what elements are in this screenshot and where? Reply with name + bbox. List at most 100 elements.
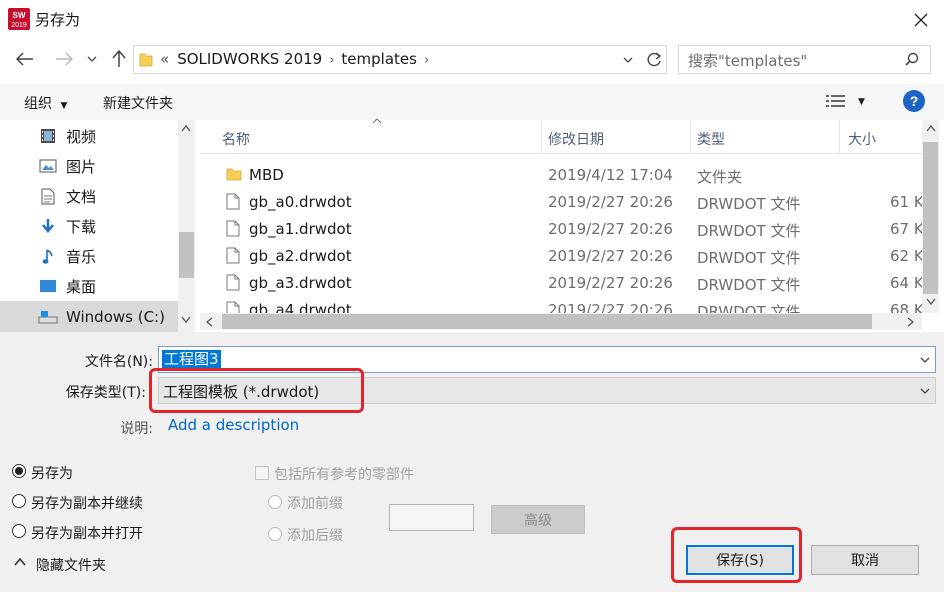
hide-folders-label[interactable]: 隐藏文件夹 xyxy=(36,555,106,575)
video-icon xyxy=(38,127,58,145)
savetype-label: 保存类型(T): xyxy=(65,385,146,401)
file-date: 2019/2/27 20:26 xyxy=(548,220,673,238)
breadcrumb-overflow[interactable]: « xyxy=(160,50,169,68)
file-type: 文件夹 xyxy=(697,168,743,186)
cancel-button[interactable]: 取消 xyxy=(811,545,919,575)
list-item[interactable]: MBD 2019/4/12 17:04 文件夹 xyxy=(222,162,922,189)
help-button[interactable]: ? xyxy=(903,90,925,112)
scroll-up-icon[interactable] xyxy=(926,125,936,132)
up-button[interactable] xyxy=(106,46,132,72)
file-type: DRWDOT 文件 xyxy=(697,303,801,313)
red-highlight-box xyxy=(671,527,802,583)
list-item[interactable]: gb_a4.drwdot 2019/2/27 20:26 DRWDOT 文件 6… xyxy=(222,297,922,313)
back-button[interactable] xyxy=(12,46,38,72)
nav-item-label: 图片 xyxy=(66,157,97,176)
list-item[interactable]: gb_a1.drwdot 2019/2/27 20:26 DRWDOT 文件 6… xyxy=(222,216,922,243)
drive-icon xyxy=(38,308,58,326)
forward-button[interactable] xyxy=(51,46,77,72)
breadcrumb-item-solidworks[interactable]: SOLIDWORKS 2019 xyxy=(177,50,322,68)
option-save-copy-open-label[interactable]: 另存为副本并打开 xyxy=(31,523,143,543)
column-header-type[interactable]: 类型 xyxy=(697,129,725,149)
new-folder-button[interactable]: 新建文件夹 xyxy=(103,93,173,113)
search-input[interactable]: 搜索"templates" xyxy=(688,50,807,71)
scroll-down-icon[interactable] xyxy=(181,316,191,323)
recent-locations-button[interactable] xyxy=(82,46,102,72)
nav-item-videos[interactable]: 视频 xyxy=(38,123,96,149)
nav-item-documents[interactable]: 文档 xyxy=(38,183,96,209)
column-header-size[interactable]: 大小 xyxy=(848,129,876,149)
savetype-dropdown-button[interactable] xyxy=(917,383,933,399)
column-divider[interactable] xyxy=(839,120,840,154)
caret-down-icon[interactable]: ▼ xyxy=(858,97,865,107)
window-title: 另存为 xyxy=(35,11,81,29)
chevron-right-icon[interactable]: › xyxy=(329,53,334,68)
radio-add-suffix[interactable] xyxy=(268,527,282,541)
advanced-button[interactable]: 高级 xyxy=(491,505,585,534)
breadcrumb-item-templates[interactable]: templates xyxy=(341,50,417,68)
nav-item-music[interactable]: 音乐 xyxy=(38,243,96,269)
radio-save-copy-open[interactable] xyxy=(12,524,26,538)
list-item[interactable]: gb_a3.drwdot 2019/2/27 20:26 DRWDOT 文件 6… xyxy=(222,270,922,297)
file-name: gb_a3.drwdot xyxy=(249,274,352,292)
filename-dropdown-button[interactable] xyxy=(917,352,933,368)
nav-item-label: 桌面 xyxy=(66,277,97,296)
add-prefix-label: 添加前缀 xyxy=(287,496,343,512)
option-save-as-label[interactable]: 另存为 xyxy=(31,463,73,483)
close-button[interactable] xyxy=(906,6,936,34)
chevron-down-icon xyxy=(623,57,633,63)
title-bar xyxy=(0,0,944,38)
filename-input[interactable]: 工程图3 xyxy=(162,350,221,369)
sort-ascending-icon xyxy=(372,118,382,124)
nav-scrollbar[interactable] xyxy=(178,120,195,332)
nav-item-pictures[interactable]: 图片 xyxy=(38,153,96,179)
search-icon[interactable] xyxy=(905,52,919,66)
add-description-link[interactable]: Add a description xyxy=(168,416,299,434)
nav-item-desktop[interactable]: 桌面 xyxy=(38,273,96,299)
file-size: 62 K xyxy=(890,247,922,265)
radio-save-as[interactable] xyxy=(12,464,26,478)
scroll-right-icon[interactable] xyxy=(907,317,914,327)
file-date: 2019/2/27 20:26 xyxy=(548,274,673,292)
chevron-right-icon[interactable]: › xyxy=(424,53,429,68)
column-divider[interactable] xyxy=(541,120,542,154)
file-name: gb_a4.drwdot xyxy=(249,301,352,313)
nav-item-downloads[interactable]: 下载 xyxy=(38,213,96,239)
option-save-copy-continue-label[interactable]: 另存为副本并继续 xyxy=(31,493,143,513)
scroll-left-icon[interactable] xyxy=(206,317,213,327)
column-header-date[interactable]: 修改日期 xyxy=(548,129,604,149)
description-label: 说明: xyxy=(120,421,153,437)
list-item[interactable]: gb_a0.drwdot 2019/2/27 20:26 DRWDOT 文件 6… xyxy=(222,189,922,216)
include-refs-checkbox[interactable] xyxy=(255,466,269,480)
view-options-button[interactable] xyxy=(826,94,846,108)
red-highlight-box xyxy=(149,368,364,413)
add-suffix-label: 添加后缀 xyxy=(287,528,343,544)
file-icon xyxy=(226,247,240,264)
nav-scroll-thumb[interactable] xyxy=(179,232,194,278)
hide-folders-toggle[interactable] xyxy=(14,558,26,566)
column-divider[interactable] xyxy=(690,120,691,154)
nav-item-windows-drive[interactable]: Windows (C:) xyxy=(38,304,165,330)
address-history-button[interactable] xyxy=(620,52,636,68)
scroll-up-icon[interactable] xyxy=(181,125,191,132)
file-list-horizontal-thumb[interactable] xyxy=(222,314,872,329)
scroll-down-icon[interactable] xyxy=(926,298,936,305)
chevron-down-icon xyxy=(87,56,97,62)
radio-add-prefix[interactable] xyxy=(268,495,282,509)
document-icon xyxy=(38,187,58,205)
file-list-vertical-thumb[interactable] xyxy=(923,142,938,294)
refresh-button[interactable] xyxy=(645,51,663,69)
file-name: MBD xyxy=(249,166,284,184)
organize-menu[interactable]: 组织 ▼ xyxy=(24,93,67,113)
file-icon xyxy=(226,220,240,237)
file-icon xyxy=(226,193,240,210)
refresh-icon xyxy=(647,52,662,67)
breadcrumb: « SOLIDWORKS 2019 › templates › xyxy=(160,50,436,68)
column-header-name[interactable]: 名称 xyxy=(222,129,250,149)
file-type: DRWDOT 文件 xyxy=(697,276,801,294)
list-item[interactable]: gb_a2.drwdot 2019/2/27 20:26 DRWDOT 文件 6… xyxy=(222,243,922,270)
folder-icon xyxy=(226,166,242,182)
arrow-right-icon xyxy=(56,52,73,66)
prefix-suffix-input[interactable] xyxy=(389,504,474,531)
radio-save-copy-continue[interactable] xyxy=(12,494,26,508)
file-size: 68 K xyxy=(890,301,922,313)
